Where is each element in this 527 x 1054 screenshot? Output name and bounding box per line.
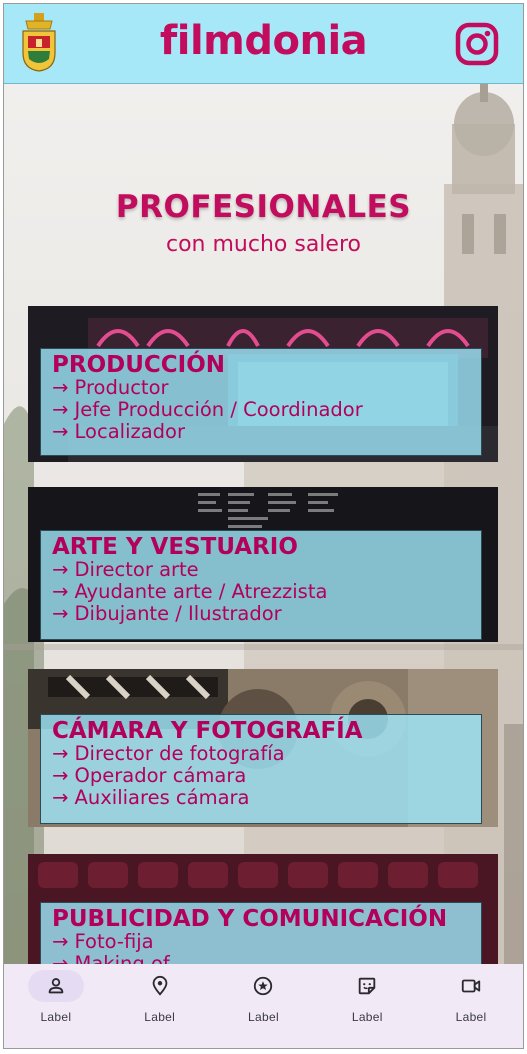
category-item[interactable]: → Auxiliares cámara (52, 787, 470, 809)
sticker-icon (339, 970, 395, 1002)
category-item[interactable]: → Dibujante / Ilustrador (52, 603, 470, 625)
category-item[interactable]: → Director arte (52, 559, 470, 581)
nav-item-video[interactable]: Label (419, 964, 523, 1048)
category-card-produccion[interactable]: PRODUCCIÓN → Productor → Jefe Producción… (28, 306, 498, 462)
top-app-bar: filmdonia (4, 4, 523, 84)
category-title: PRODUCCIÓN (52, 352, 226, 378)
app-frame: filmdonia PROFESIONALES con mucho salero… (3, 3, 524, 1049)
nav-item-star[interactable]: Label (212, 964, 316, 1048)
nav-label: Label (40, 1010, 72, 1024)
person-icon (27, 970, 84, 1002)
category-item[interactable]: → Localizador (52, 421, 470, 443)
nav-item-person[interactable]: Label (4, 964, 108, 1048)
category-item[interactable]: → Foto-fija (52, 931, 470, 953)
category-title: PUBLICIDAD Y COMUNICACIÓN (52, 906, 448, 932)
category-card-arte-vestuario[interactable]: ARTE Y VESTUARIO → Director arte → Ayuda… (28, 487, 498, 642)
category-panel: PRODUCCIÓN → Productor → Jefe Producción… (40, 348, 482, 456)
brand-title: filmdonia (159, 18, 368, 64)
location-pin-icon (132, 970, 188, 1002)
nav-item-location[interactable]: Label (108, 964, 212, 1048)
category-title: ARTE Y VESTUARIO (52, 534, 298, 560)
category-item[interactable]: → Jefe Producción / Coordinador (52, 399, 470, 421)
category-title: CÁMARA Y FOTOGRAFÍA (52, 718, 363, 744)
category-item[interactable]: → Director de fotografía (52, 743, 470, 765)
category-panel: ARTE Y VESTUARIO → Director arte → Ayuda… (40, 530, 482, 640)
nav-label: Label (351, 1010, 383, 1024)
star-circle-icon (235, 970, 291, 1002)
category-item[interactable]: → Ayudante arte / Atrezzista (52, 581, 470, 603)
category-card-camara-fotografia[interactable]: CÁMARA Y FOTOGRAFÍA → Director de fotogr… (28, 669, 498, 827)
hero-title: PROFESIONALES (115, 189, 412, 225)
category-item[interactable]: → Operador cámara (52, 765, 470, 787)
nav-label: Label (455, 1010, 487, 1024)
nav-label: Label (144, 1010, 176, 1024)
hero-subtitle: con mucho salero (166, 232, 361, 257)
videocam-icon (443, 970, 499, 1002)
instagram-icon[interactable] (455, 22, 499, 66)
category-panel: CÁMARA Y FOTOGRAFÍA → Director de fotogr… (40, 714, 482, 824)
nav-label: Label (248, 1010, 279, 1024)
bottom-navigation-bar: Label Label Label Label Label (4, 964, 523, 1048)
category-item[interactable]: → Productor (52, 377, 470, 399)
nav-item-sticker[interactable]: Label (315, 964, 419, 1048)
